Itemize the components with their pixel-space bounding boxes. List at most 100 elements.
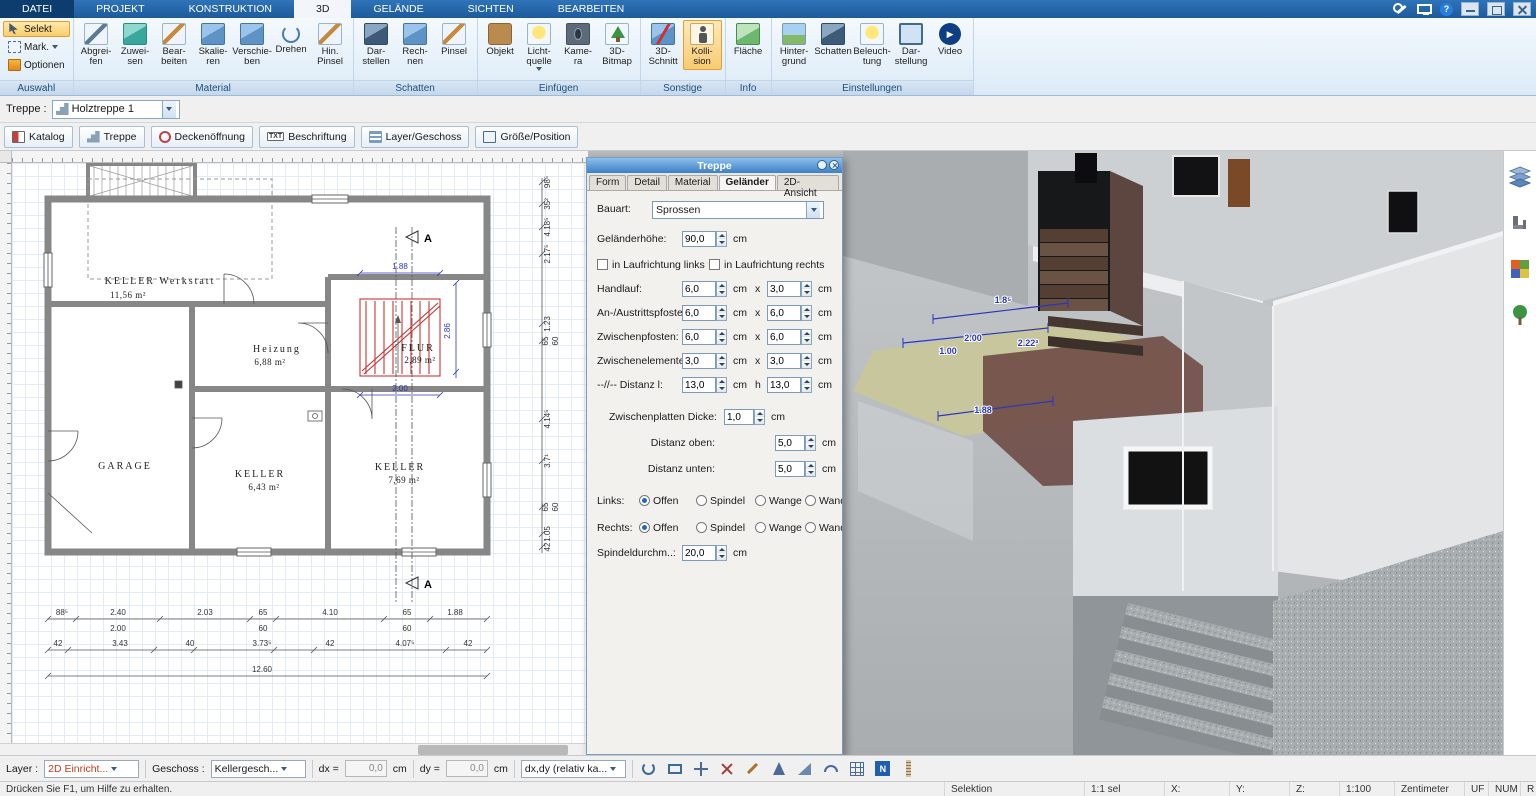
north-button[interactable]: N	[873, 759, 893, 779]
pfosten-w-input[interactable]	[682, 305, 716, 321]
minimize-button[interactable]	[1461, 2, 1479, 16]
laufrichtung-rechts-checkbox[interactable]	[709, 259, 720, 270]
objekt-button[interactable]: Objekt	[481, 20, 520, 60]
pfosten-h-input[interactable]	[767, 305, 801, 321]
grid-toggle-button[interactable]	[847, 759, 867, 779]
tab-sichten[interactable]: SICHTEN	[446, 0, 536, 18]
links-offen-radio[interactable]	[639, 495, 650, 506]
geschoss-combobox[interactable]: Kellergesch...	[210, 759, 306, 778]
spinner[interactable]	[801, 305, 812, 321]
distanz-oben-input[interactable]	[775, 435, 805, 451]
set-square-button[interactable]	[795, 759, 815, 779]
zwischenelemente-w-input[interactable]	[682, 353, 716, 369]
3d-schnitt-button[interactable]: 3D- Schnitt	[644, 20, 683, 70]
hintergrund-button[interactable]: Hinter- grund	[775, 20, 814, 70]
schatten-einstellung-button[interactable]: Schatten	[814, 20, 853, 60]
draw-button[interactable]	[743, 759, 763, 779]
handlauf-w-input[interactable]	[682, 281, 716, 297]
verschieben-button[interactable]: Verschie- ben	[232, 20, 272, 70]
zwischenplatten-input[interactable]	[724, 409, 754, 425]
coord-mode-combobox[interactable]: dx,dy (relativ ka...	[520, 759, 626, 778]
skalieren-button[interactable]: Skalie- ren	[194, 20, 233, 70]
chevron-down-icon[interactable]	[806, 202, 820, 218]
deckenoeffnung-button[interactable]: Deckenöffnung	[150, 125, 253, 148]
plants-tool-button[interactable]	[1508, 303, 1532, 327]
layers-tool-button[interactable]	[1508, 165, 1532, 189]
beleuchtung-button[interactable]: Beleuch- tung	[853, 20, 892, 70]
markieren-button[interactable]: Mark.	[3, 39, 70, 55]
plan-2d-view[interactable]: A A KELLER Werkstatt 11,56 m² Heizung 6,…	[0, 151, 588, 755]
optionen-button[interactable]: Optionen	[3, 57, 70, 73]
groesse-position-button[interactable]: Größe/Position	[475, 125, 579, 148]
rechts-wange-radio[interactable]	[755, 522, 766, 533]
dialog-tab-gelaender[interactable]: Geländer	[718, 175, 776, 190]
schatten-darstellen-button[interactable]: Dar- stellen	[357, 20, 396, 70]
floorplan-drawing[interactable]: A A KELLER Werkstatt 11,56 m² Heizung 6,…	[12, 163, 588, 755]
lichtquelle-button[interactable]: Licht- quelle	[520, 20, 559, 74]
protractor-button[interactable]	[821, 759, 841, 779]
plan-horizontal-scrollbar[interactable]	[0, 743, 588, 755]
laufrichtung-links-checkbox[interactable]	[597, 259, 608, 270]
spinner[interactable]	[801, 377, 812, 393]
zwischenpfosten-w-input[interactable]	[682, 329, 716, 345]
spinner[interactable]	[716, 329, 727, 345]
pan-button[interactable]	[691, 759, 711, 779]
spinner[interactable]	[716, 377, 727, 393]
schatten-pinsel-button[interactable]: Pinsel	[435, 20, 474, 60]
compass-button[interactable]	[769, 759, 789, 779]
abgreifen-button[interactable]: Abgrei- fen	[77, 20, 116, 70]
bearbeiten-button[interactable]: Bear- beiten	[155, 20, 194, 70]
kamera-button[interactable]: Kame- ra	[559, 20, 598, 70]
spinner[interactable]	[716, 281, 727, 297]
bauart-select[interactable]: Sprossen	[652, 201, 824, 219]
spindeldurchmesser-input[interactable]	[682, 545, 716, 561]
tab-projekt[interactable]: PROJEKT	[74, 0, 166, 18]
scrollbar-thumb[interactable]	[418, 745, 568, 755]
video-button[interactable]: ▶ Video	[931, 20, 970, 60]
links-wand-radio[interactable]	[805, 495, 816, 506]
rechts-offen-radio[interactable]	[639, 522, 650, 533]
spinner[interactable]	[716, 305, 727, 321]
tab-bearbeiten[interactable]: BEARBEITEN	[536, 0, 647, 18]
ruler-toggle-button[interactable]	[899, 759, 919, 779]
selekt-button[interactable]: Selekt	[3, 21, 70, 37]
zwischenpfosten-h-input[interactable]	[767, 329, 801, 345]
darstellung-button[interactable]: Dar- stellung	[892, 20, 931, 70]
view-3d[interactable]: 1.8⁵ 2.00 1.00 2.22³ 1.88	[843, 151, 1503, 755]
spinner[interactable]	[801, 281, 812, 297]
close-button[interactable]	[1513, 2, 1531, 16]
spinner[interactable]	[716, 545, 727, 561]
dialog-tab-form[interactable]: Form	[589, 175, 627, 190]
screen-button[interactable]	[665, 759, 685, 779]
layer-geschoss-button[interactable]: Layer/Geschoss	[360, 125, 470, 148]
spinner[interactable]	[805, 435, 816, 451]
tab-datei[interactable]: DATEI	[0, 0, 75, 18]
beschriftung-button[interactable]: TXT Beschriftung	[258, 125, 355, 148]
flaeche-button[interactable]: Fläche	[729, 20, 768, 60]
treppe-type-combobox[interactable]: Holztreppe 1	[51, 99, 180, 119]
distanz-h-input[interactable]	[767, 377, 801, 393]
handlauf-h-input[interactable]	[767, 281, 801, 297]
kollision-button[interactable]: Kolli- sion	[682, 20, 722, 70]
hin-pinsel-button[interactable]: Hin. Pinsel	[311, 20, 350, 70]
katalog-button[interactable]: Katalog	[4, 125, 73, 148]
drehen-button[interactable]: Drehen	[272, 20, 311, 58]
distanz-l-input[interactable]	[682, 377, 716, 393]
display-icon[interactable]	[1417, 4, 1432, 15]
dialog-tab-material[interactable]: Material	[667, 175, 718, 190]
3d-bitmap-button[interactable]: 3D- Bitmap	[598, 20, 637, 70]
rechts-wand-radio[interactable]	[805, 522, 816, 533]
rotate-view-button[interactable]	[639, 759, 659, 779]
dialog-close-button[interactable]	[829, 160, 839, 170]
delete-button[interactable]	[717, 758, 737, 779]
materials-tool-button[interactable]	[1508, 257, 1532, 281]
dx-input[interactable]	[344, 760, 387, 777]
rechts-spindel-radio[interactable]	[696, 522, 707, 533]
tab-gelaende[interactable]: GELÄNDE	[351, 0, 445, 18]
distanz-unten-input[interactable]	[775, 461, 805, 477]
spinner[interactable]	[801, 329, 812, 345]
spinner[interactable]	[805, 461, 816, 477]
spinner[interactable]	[754, 409, 765, 425]
tab-3d[interactable]: 3D	[294, 0, 352, 18]
restore-button[interactable]	[1487, 2, 1505, 16]
